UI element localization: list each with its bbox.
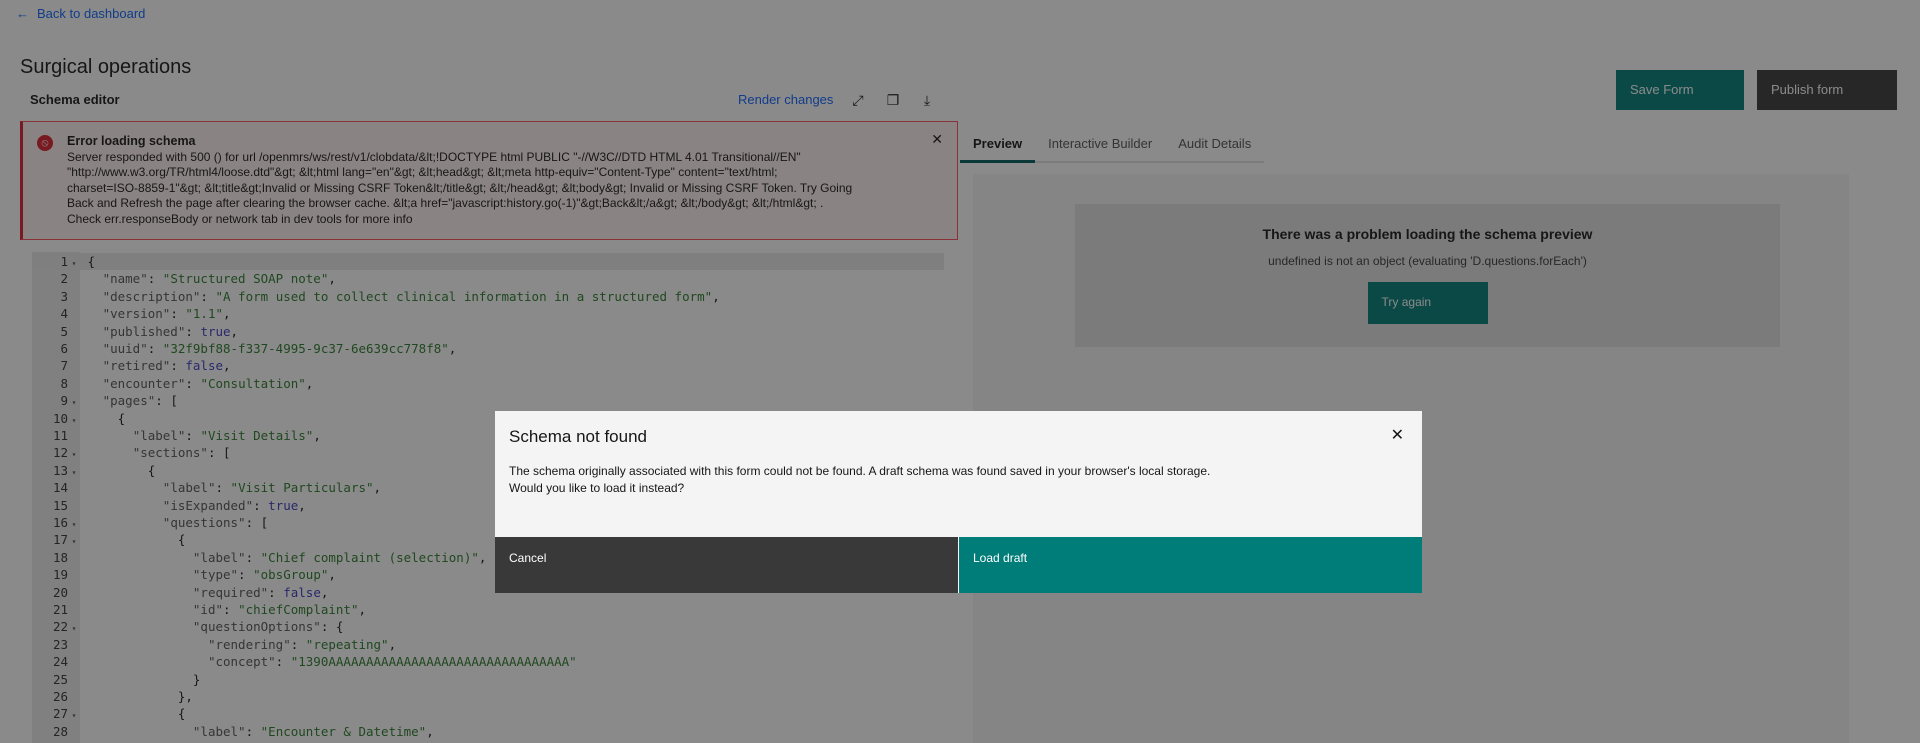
modal-title: Schema not found (509, 427, 647, 446)
modal-overlay (0, 0, 1920, 743)
modal-body-line: The schema originally associated with th… (509, 464, 1211, 478)
modal-body: The schema originally associated with th… (509, 463, 1210, 497)
close-icon[interactable]: ✕ (1391, 425, 1404, 445)
modal-body-line: Would you like to load it instead? (509, 481, 685, 495)
load-draft-button[interactable]: Load draft (959, 537, 1422, 593)
schema-not-found-modal: Schema not found ✕ The schema originally… (495, 411, 1422, 593)
cancel-button[interactable]: Cancel (495, 537, 959, 593)
